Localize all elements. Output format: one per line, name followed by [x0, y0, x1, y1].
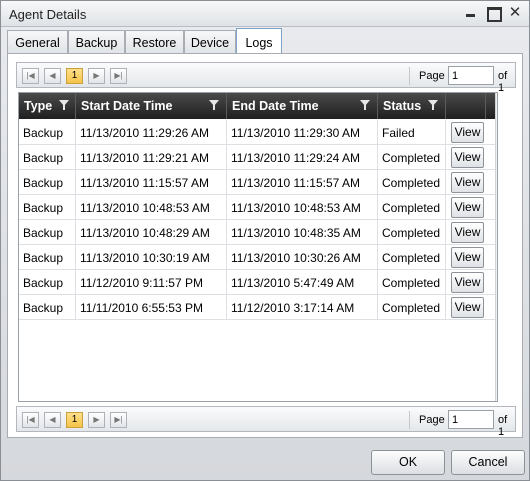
cell-end-date-time: 11/12/2010 3:17:14 AM	[227, 295, 378, 320]
cell-status: Completed	[378, 270, 446, 295]
column-header-action	[446, 93, 486, 119]
cell-start-date-time: 11/13/2010 10:48:29 AM	[76, 220, 227, 245]
next-page-icon[interactable]: ▶	[88, 68, 105, 84]
table-row[interactable]: Backup 11/13/2010 11:29:21 AM 11/13/2010 1…	[19, 145, 495, 170]
table-row[interactable]: Backup 11/13/2010 10:48:53 AM 11/13/2010 1…	[19, 195, 495, 220]
view-button[interactable]: View	[451, 297, 484, 318]
column-header-label: Status	[383, 99, 422, 113]
cell-status: Completed	[378, 145, 446, 170]
cell-start-date-time: 11/12/2010 9:11:57 PM	[76, 270, 227, 295]
page-count-label: of 1	[498, 70, 508, 94]
logs-grid: Type Start Date Time End Date Time Statu…	[18, 92, 498, 402]
cell-start-date-time: 11/13/2010 11:29:21 AM	[76, 145, 227, 170]
next-page-icon[interactable]: ▶	[88, 412, 105, 428]
column-header-label: End Date Time	[232, 99, 319, 113]
view-button[interactable]: View	[451, 197, 484, 218]
view-button[interactable]: View	[451, 272, 484, 293]
table-row[interactable]: Backup 11/13/2010 11:15:57 AM 11/13/2010 1…	[19, 170, 495, 195]
pager-bottom: |◀ ◀ 1 ▶ ▶| Page of 1	[16, 406, 516, 438]
cell-end-date-time: 11/13/2010 10:30:26 AM	[227, 245, 378, 270]
page-input[interactable]	[448, 66, 494, 85]
ok-button[interactable]: OK	[371, 450, 445, 475]
cell-status: Completed	[378, 245, 446, 270]
pager-top: |◀ ◀ 1 ▶ ▶| Page of 1	[16, 62, 516, 94]
dialog-footer: OK Cancel	[1, 439, 529, 480]
cell-type: Backup	[19, 295, 76, 320]
tab-restore[interactable]: Restore	[125, 30, 184, 54]
cell-end-date-time: 11/13/2010 10:48:35 AM	[227, 220, 378, 245]
last-page-icon[interactable]: ▶|	[110, 412, 127, 428]
pager-divider	[409, 67, 410, 85]
cell-type: Backup	[19, 170, 76, 195]
maximize-icon[interactable]	[485, 5, 502, 22]
cell-status: Completed	[378, 170, 446, 195]
prev-page-icon[interactable]: ◀	[44, 412, 61, 428]
page-number-button[interactable]: 1	[66, 68, 83, 84]
cancel-button[interactable]: Cancel	[451, 450, 525, 475]
cell-type: Backup	[19, 145, 76, 170]
page-label: Page	[419, 414, 445, 426]
column-header-label: Type	[24, 99, 53, 113]
cell-end-date-time: 11/13/2010 5:47:49 AM	[227, 270, 378, 295]
last-page-icon[interactable]: ▶|	[110, 68, 127, 84]
cell-start-date-time: 11/13/2010 10:48:53 AM	[76, 195, 227, 220]
agent-details-dialog: Agent Details ✕ General Backup Restore D…	[0, 0, 530, 481]
cell-status: Failed	[378, 120, 446, 145]
minimize-icon[interactable]	[463, 5, 479, 21]
column-header-type[interactable]: Type	[19, 93, 76, 119]
view-button[interactable]: View	[451, 147, 484, 168]
column-header-label: Start Date Time	[81, 99, 173, 113]
cell-end-date-time: 11/13/2010 10:48:53 AM	[227, 195, 378, 220]
cell-type: Backup	[19, 195, 76, 220]
cell-type: Backup	[19, 220, 76, 245]
cell-start-date-time: 11/13/2010 10:30:19 AM	[76, 245, 227, 270]
cell-start-date-time: 11/13/2010 11:15:57 AM	[76, 170, 227, 195]
window-title: Agent Details	[9, 7, 87, 22]
column-header-status[interactable]: Status	[378, 93, 446, 119]
prev-page-icon[interactable]: ◀	[44, 68, 61, 84]
grid-header: Type Start Date Time End Date Time Statu…	[19, 93, 495, 119]
column-header-end[interactable]: End Date Time	[227, 93, 378, 119]
page-number-button[interactable]: 1	[66, 412, 83, 428]
table-row[interactable]: Backup 11/13/2010 10:48:29 AM 11/13/2010 1…	[19, 220, 495, 245]
table-row[interactable]: Backup 11/12/2010 9:11:57 PM 11/13/2010 5:…	[19, 270, 495, 295]
close-icon[interactable]: ✕	[507, 5, 523, 21]
tab-logs[interactable]: Logs	[236, 28, 282, 55]
tab-backup[interactable]: Backup	[68, 30, 125, 54]
vertical-scrollbar[interactable]	[495, 93, 497, 401]
cell-type: Backup	[19, 270, 76, 295]
page-count-label: of 1	[498, 414, 508, 438]
cell-status: Completed	[378, 295, 446, 320]
column-header-start[interactable]: Start Date Time	[76, 93, 227, 119]
page-label: Page	[419, 70, 445, 82]
cell-end-date-time: 11/13/2010 11:15:57 AM	[227, 170, 378, 195]
title-bar[interactable]: Agent Details ✕	[1, 1, 529, 27]
cell-status: Completed	[378, 220, 446, 245]
filter-icon[interactable]	[59, 100, 69, 111]
filter-icon[interactable]	[428, 100, 438, 111]
filter-icon[interactable]	[209, 100, 219, 111]
tab-general[interactable]: General	[7, 30, 68, 54]
cell-start-date-time: 11/13/2010 11:29:26 AM	[76, 120, 227, 145]
filter-icon[interactable]	[360, 100, 370, 111]
table-row[interactable]: Backup 11/11/2010 6:55:53 PM 11/12/2010 3:…	[19, 295, 495, 320]
cell-start-date-time: 11/11/2010 6:55:53 PM	[76, 295, 227, 320]
cell-status: Completed	[378, 195, 446, 220]
view-button[interactable]: View	[451, 122, 484, 143]
view-button[interactable]: View	[451, 222, 484, 243]
cell-end-date-time: 11/13/2010 11:29:24 AM	[227, 145, 378, 170]
view-button[interactable]: View	[451, 172, 484, 193]
tab-device[interactable]: Device	[184, 30, 236, 54]
first-page-icon[interactable]: |◀	[22, 68, 39, 84]
view-button[interactable]: View	[451, 247, 484, 268]
first-page-icon[interactable]: |◀	[22, 412, 39, 428]
page-input[interactable]	[448, 410, 494, 429]
cell-end-date-time: 11/13/2010 11:29:30 AM	[227, 120, 378, 145]
cell-type: Backup	[19, 120, 76, 145]
table-row[interactable]: Backup 11/13/2010 10:30:19 AM 11/13/2010 1…	[19, 245, 495, 270]
logs-panel: |◀ ◀ 1 ▶ ▶| Page of 1 Type Start Date Ti…	[7, 53, 523, 438]
cell-type: Backup	[19, 245, 76, 270]
table-row[interactable]: Backup 11/13/2010 11:29:26 AM 11/13/2010 1…	[19, 120, 495, 145]
pager-divider	[409, 411, 410, 429]
